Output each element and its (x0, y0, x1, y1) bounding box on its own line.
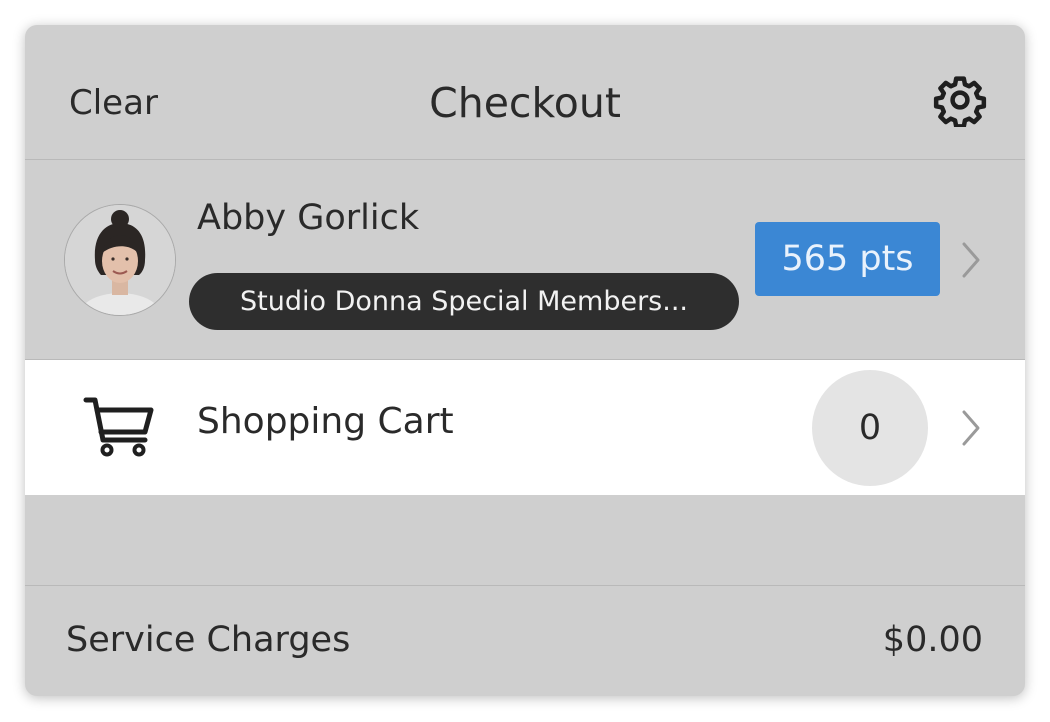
shopping-cart-icon (83, 397, 154, 457)
points-button[interactable]: 565 pts (755, 222, 940, 296)
chevron-right-icon[interactable] (958, 240, 984, 280)
page-title: Checkout (429, 79, 621, 127)
customer-name: Abby Gorlick (197, 198, 420, 238)
cart-count-badge: 0 (812, 370, 928, 486)
checkout-panel: Clear Checkout Abby Gorlick Studio Donna… (25, 25, 1025, 696)
shopping-cart-row[interactable]: Shopping Cart 0 (25, 360, 1025, 495)
chevron-right-icon[interactable] (958, 408, 984, 448)
avatar-photo (65, 205, 175, 315)
customer-row[interactable]: Abby Gorlick Studio Donna Special Member… (25, 160, 1025, 360)
service-charges-label: Service Charges (66, 620, 351, 660)
service-charges-row: Service Charges $0.00 (25, 585, 1025, 696)
membership-badge: Studio Donna Special Members... (189, 273, 739, 330)
gear-icon[interactable] (933, 73, 987, 127)
avatar (64, 204, 176, 316)
shopping-cart-label: Shopping Cart (197, 401, 454, 442)
header: Clear Checkout (25, 25, 1025, 160)
service-charges-value: $0.00 (882, 620, 983, 660)
